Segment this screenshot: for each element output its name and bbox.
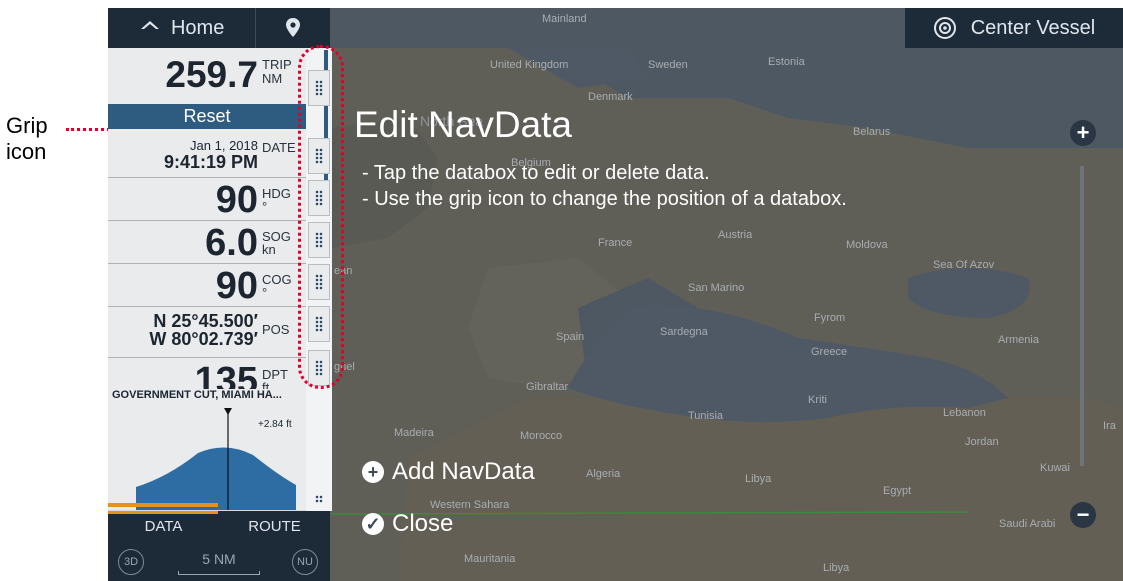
databox-hdg[interactable]: 90 HDG ° bbox=[108, 178, 306, 221]
databox-cog[interactable]: 90 COG ° bbox=[108, 264, 306, 307]
home-icon bbox=[140, 21, 159, 29]
trip-unit: NM bbox=[262, 71, 283, 86]
time-value: 9:41:19 PM bbox=[163, 152, 258, 172]
add-navdata-label: Add NavData bbox=[392, 458, 535, 485]
sog-unit: kn bbox=[262, 242, 276, 257]
map-label: Libya bbox=[745, 473, 772, 485]
panel-tabs: DATA ROUTE bbox=[108, 511, 330, 541]
map-label: Jordan bbox=[965, 436, 999, 448]
map-label: Sweden bbox=[648, 59, 688, 71]
checkmark-circle-icon: ✓ bbox=[362, 513, 384, 535]
map-label: Denmark bbox=[588, 91, 633, 103]
zoom-slider-track[interactable] bbox=[1080, 166, 1084, 466]
map-label: Kriti bbox=[808, 394, 827, 406]
scale-bar bbox=[178, 571, 260, 575]
bottom-bar: 3D 5 NM NU bbox=[108, 541, 330, 581]
grip-icon bbox=[315, 495, 323, 503]
map-label: San Marino bbox=[688, 282, 744, 294]
map-label: Kuwai bbox=[1040, 462, 1070, 474]
databox-sog[interactable]: 6.0 SOG kn bbox=[108, 221, 306, 264]
map-label: Austria bbox=[718, 229, 753, 241]
map-label: Fyrom bbox=[814, 312, 845, 324]
grip-handle-tide[interactable] bbox=[308, 488, 330, 510]
date-value: Jan 1, 2018 bbox=[190, 138, 258, 153]
add-navdata-button[interactable]: + Add NavData bbox=[362, 458, 535, 486]
latitude-value: N 25°45.500′ bbox=[153, 311, 258, 331]
overlay-title: Edit NavData bbox=[354, 104, 572, 145]
map-label: Egypt bbox=[883, 485, 911, 497]
date-unit-label: DATE bbox=[262, 140, 296, 155]
home-label: Home bbox=[170, 16, 225, 39]
trip-value: 259.7 bbox=[165, 54, 258, 95]
hdg-unit: ° bbox=[262, 199, 268, 214]
tide-station-name[interactable]: GOVERNMENT CUT, MIAMI HA... bbox=[108, 389, 306, 405]
databox-trip[interactable]: 259.7 TRIP NM bbox=[108, 48, 306, 105]
map-label: Armenia bbox=[998, 334, 1040, 346]
trip-unit-label: TRIP bbox=[262, 57, 292, 72]
cog-value: 90 bbox=[215, 265, 258, 307]
map-label: Mauritania bbox=[464, 553, 516, 565]
center-vessel-label: Center Vessel bbox=[970, 16, 1096, 39]
map-label: Tunisia bbox=[688, 410, 724, 422]
map-label: Sardegna bbox=[660, 326, 709, 338]
instruction-line: - Use the grip icon to change the positi… bbox=[362, 188, 847, 210]
cog-unit: ° bbox=[262, 285, 268, 300]
close-button[interactable]: ✓ Close bbox=[362, 510, 453, 538]
tab-data[interactable]: DATA bbox=[108, 511, 219, 541]
map-label: Greece bbox=[811, 346, 847, 358]
databox-date[interactable]: Jan 1, 2018 9:41:19 PM DATE bbox=[108, 129, 306, 178]
center-vessel-button[interactable]: Center Vessel bbox=[905, 8, 1123, 48]
home-button[interactable]: Home bbox=[108, 8, 257, 48]
map-label: Estonia bbox=[768, 56, 806, 68]
zoom-in-button[interactable]: + bbox=[1070, 120, 1096, 146]
map-label: United Kingdom bbox=[490, 59, 568, 71]
tide-graph[interactable]: +2.84 ft bbox=[108, 405, 306, 510]
plus-circle-icon: + bbox=[362, 461, 384, 483]
chart-plotter-screen: Mainland United Kingdom Sweden Estonia D… bbox=[108, 8, 1123, 581]
map-label: Algeria bbox=[586, 468, 621, 480]
tab-route[interactable]: ROUTE bbox=[219, 511, 330, 541]
waypoint-button[interactable] bbox=[256, 8, 330, 48]
map-label: Madeira bbox=[394, 427, 435, 439]
map-label: Belarus bbox=[853, 126, 891, 138]
grip-icon-highlight bbox=[298, 45, 344, 389]
map-label: Libya bbox=[823, 562, 850, 574]
topbar-left: Home bbox=[108, 8, 330, 48]
map-label: Morocco bbox=[520, 430, 562, 442]
location-pin-icon bbox=[286, 18, 301, 37]
close-label: Close bbox=[392, 510, 454, 537]
3d-mode-button[interactable]: 3D bbox=[118, 549, 144, 575]
reset-button[interactable]: Reset bbox=[108, 104, 306, 129]
map-label: Lebanon bbox=[943, 407, 986, 419]
north-up-button[interactable]: NU bbox=[292, 549, 318, 575]
map-label: France bbox=[598, 237, 632, 249]
map-label: Moldova bbox=[846, 239, 888, 251]
map-label: Ira bbox=[1103, 420, 1117, 432]
map-label: Sea Of Azov bbox=[933, 259, 995, 271]
databox-pos[interactable]: N 25°45.500′ W 80°02.739′ POS bbox=[108, 307, 306, 358]
target-icon bbox=[933, 17, 956, 39]
instruction-line: - Tap the databox to edit or delete data… bbox=[362, 162, 710, 184]
hdg-value: 90 bbox=[215, 179, 258, 221]
tide-height-value: +2.84 ft bbox=[258, 419, 292, 430]
scale-label: 5 NM bbox=[202, 551, 236, 567]
map-label: Gibraltar bbox=[526, 381, 569, 393]
longitude-value: W 80°02.739′ bbox=[149, 329, 258, 349]
zoom-out-button[interactable]: − bbox=[1070, 502, 1096, 528]
map-label: Saudi Arabi bbox=[999, 518, 1055, 530]
grip-icon-callout-label: Grip icon bbox=[6, 113, 48, 164]
pos-unit-label: POS bbox=[262, 322, 290, 337]
map-label: Spain bbox=[556, 331, 584, 343]
sog-value: 6.0 bbox=[205, 222, 258, 264]
map-label: Mainland bbox=[542, 13, 587, 25]
